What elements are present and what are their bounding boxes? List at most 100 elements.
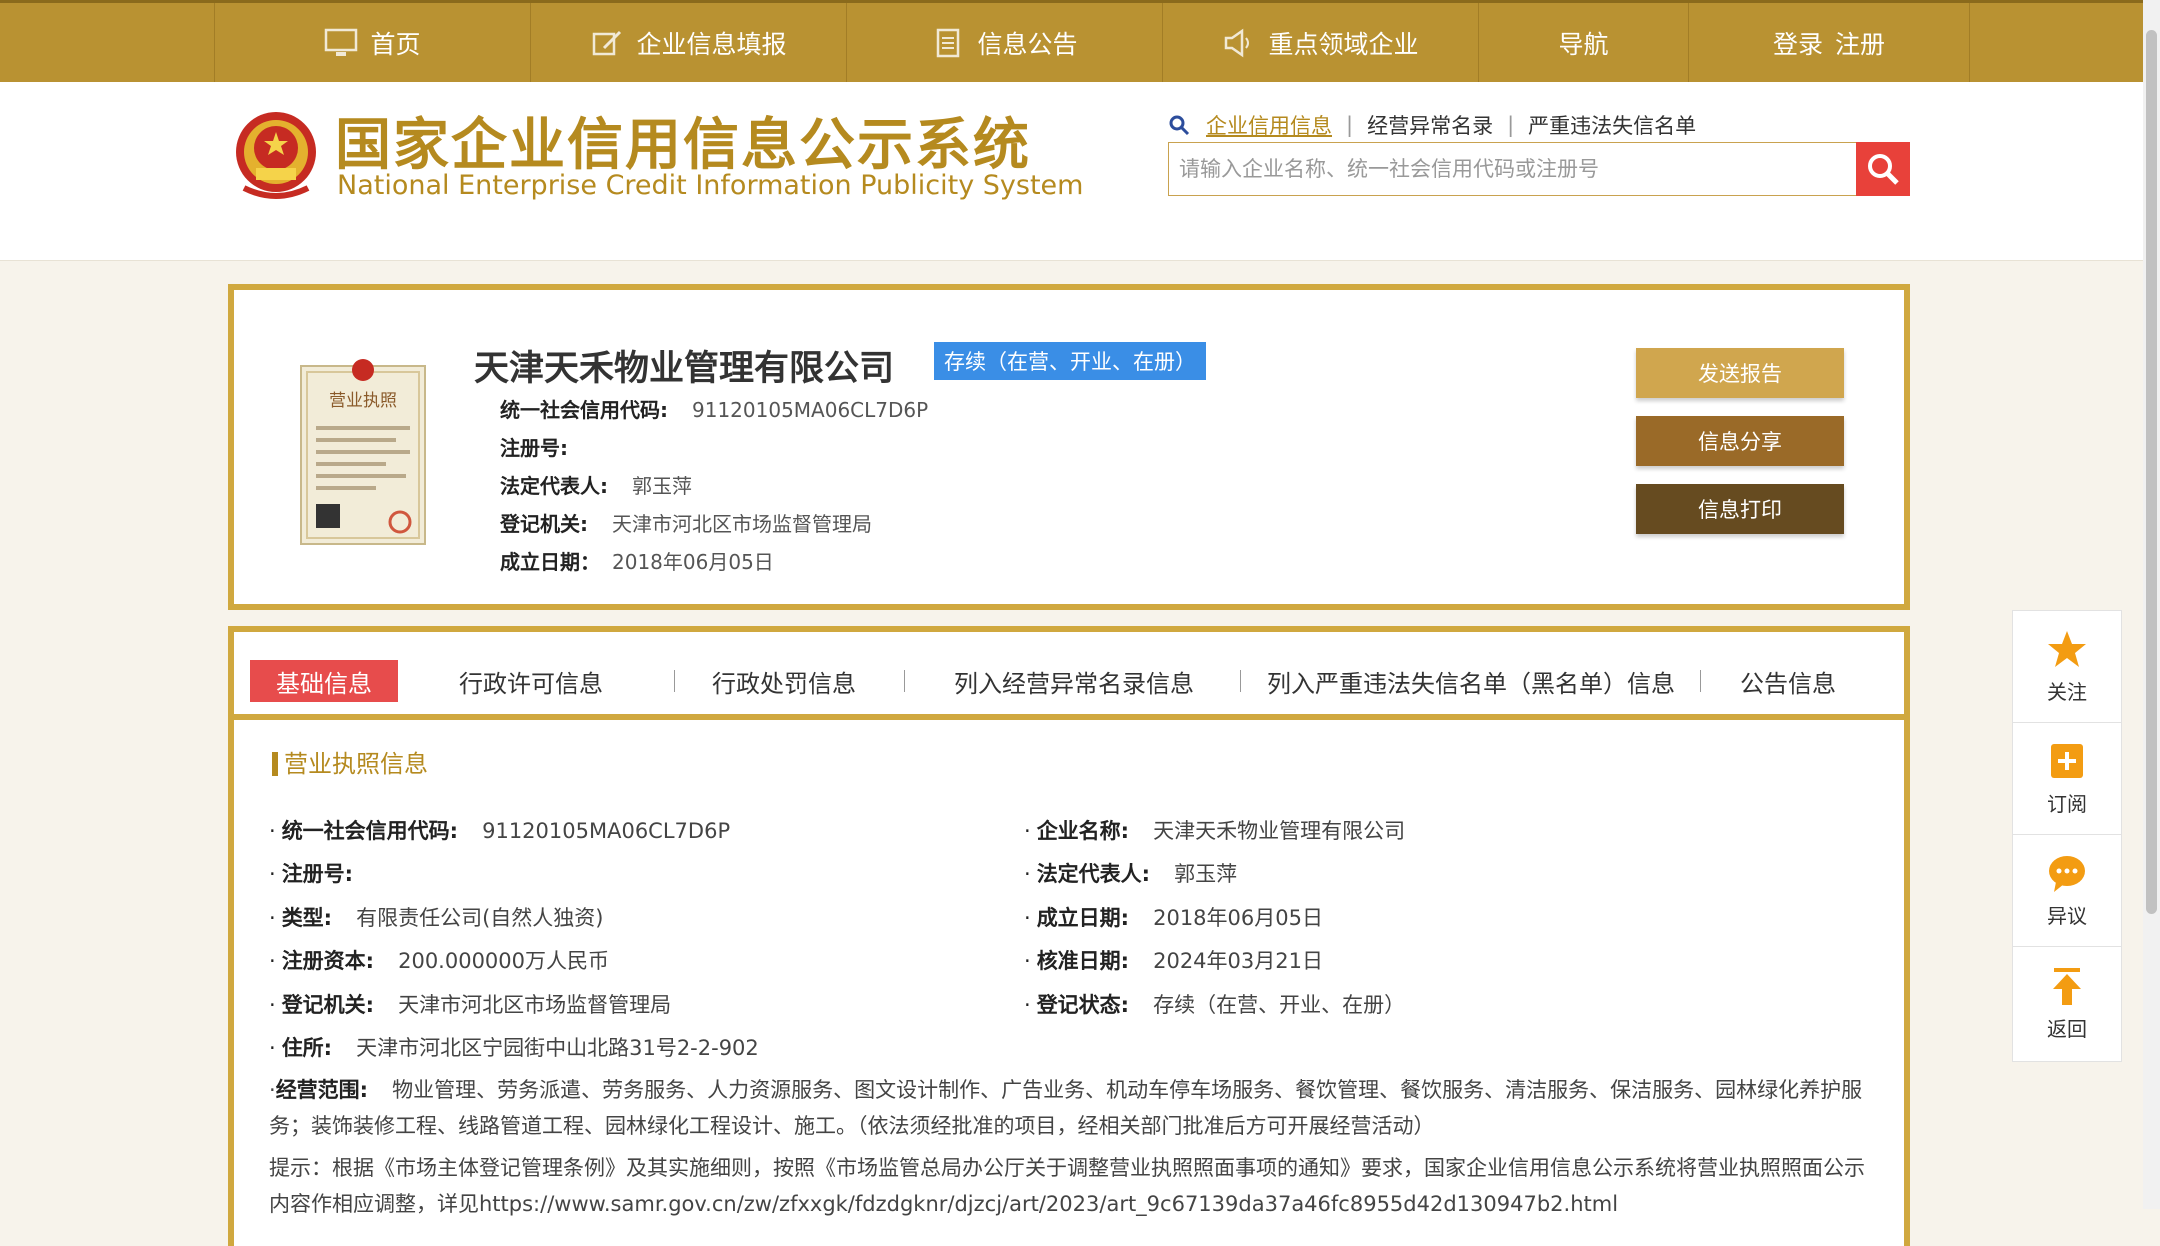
section-title: 营业执照信息 (272, 752, 428, 776)
search-input[interactable] (1169, 143, 1841, 195)
bullet: · (1024, 906, 1031, 930)
bullet: · (269, 949, 276, 973)
float-toolbar: 关注 订阅 异议 返回 (2012, 610, 2122, 1062)
info-est-date: 成立日期： 2018年06月05日 (500, 546, 774, 575)
field-value: 200.000000万人民币 (398, 949, 610, 973)
search-tabs: 企业信用信息 | 经营异常名录 | 严重违法失信名单 (1168, 110, 1710, 140)
field-est-date: · 成立日期: 2018年06月05日 (1024, 902, 1323, 932)
monitor-icon (324, 28, 358, 58)
tab-divider: | (1507, 113, 1515, 137)
nav-key-enterprises[interactable]: 重点领域企业 (1162, 3, 1478, 82)
info-reg-no: 注册号: (500, 432, 592, 461)
chat-icon (2049, 856, 2085, 892)
nav-announcement-label: 信息公告 (977, 29, 1078, 59)
send-report-button[interactable]: 发送报告 (1636, 348, 1844, 398)
share-info-button[interactable]: 信息分享 (1636, 416, 1844, 466)
notice-hint: 提示：根据《市场主体登记管理条例》及其实施细则，按照《市场监管总局办公厅关于调整… (269, 1156, 1865, 1216)
tab-basic-info[interactable]: 基础信息 (250, 660, 398, 702)
info-value: 郭玉萍 (632, 474, 692, 498)
field-label: 登记状态: (1036, 993, 1130, 1017)
field-credit-code: · 统一社会信用代码: 91120105MA06CL7D6P (269, 815, 730, 845)
field-label: 企业名称: (1036, 819, 1130, 843)
field-legal-rep: · 法定代表人: 郭玉萍 (1024, 858, 1237, 888)
bullet: · (269, 1078, 276, 1102)
bullet: · (1024, 819, 1031, 843)
back-label: 返回 (2047, 1016, 2087, 1041)
bullet: · (1024, 993, 1031, 1017)
field-authority: · 登记机关: 天津市河北区市场监督管理局 (269, 989, 671, 1019)
field-reg-status: · 登记状态: 存续（在营、开业、在册） (1024, 989, 1405, 1019)
info-value: 天津市河北区市场监督管理局 (612, 512, 872, 536)
info-label: 成立日期： (500, 550, 600, 574)
speaker-icon (1222, 28, 1256, 58)
business-scope: ·经营范围: 物业管理、劳务派遣、劳务服务、人力资源服务、图文设计制作、广告业务、… (269, 1072, 1879, 1144)
field-label: 注册号: (281, 862, 354, 886)
tab-divider (674, 670, 675, 692)
field-value: 91120105MA06CL7D6P (482, 819, 731, 843)
field-type: · 类型: 有限责任公司(自然人独资) (269, 902, 603, 932)
search-box (1168, 142, 1910, 196)
field-label: 法定代表人: (1036, 862, 1151, 886)
info-value: 2018年06月05日 (612, 550, 774, 574)
subscribe-button[interactable]: 订阅 (2013, 723, 2121, 835)
field-label: 住所: (281, 1036, 333, 1060)
field-label: 类型: (281, 906, 333, 930)
add-icon (2051, 744, 2083, 778)
tab-admin-license[interactable]: 行政许可信息 (446, 660, 616, 702)
search-button[interactable] (1856, 142, 1910, 196)
nav-enterprise-report[interactable]: 企业信息填报 (530, 3, 846, 82)
arrow-up-icon (2053, 967, 2081, 1005)
info-legal-rep: 法定代表人: 郭玉萍 (500, 470, 692, 499)
scrollbar-thumb[interactable] (2146, 30, 2157, 914)
tab-divider: | (1346, 113, 1354, 137)
search-tab-abnormal[interactable]: 经营异常名录 (1353, 110, 1507, 140)
info-value: 91120105MA06CL7D6P (692, 398, 929, 422)
bullet: · (269, 993, 276, 1017)
nav-enterprise-report-label: 企业信息填报 (636, 29, 787, 59)
field-reg-no: · 注册号: (269, 858, 377, 888)
field-label: 统一社会信用代码: (281, 819, 459, 843)
login-link[interactable]: 登录 (1773, 25, 1823, 61)
follow-label: 关注 (2047, 680, 2087, 704)
objection-button[interactable]: 异议 (2013, 835, 2121, 947)
field-value: 有限责任公司(自然人独资) (356, 906, 604, 930)
objection-label: 异议 (2047, 904, 2087, 928)
bullet: · (269, 1036, 276, 1060)
tab-announcements[interactable]: 公告信息 (1720, 660, 1856, 702)
business-license-image[interactable]: 营业执照 (300, 356, 426, 546)
tab-abnormal-list[interactable]: 列入经营异常名录信息 (914, 660, 1234, 702)
search-tab-credit[interactable]: 企业信用信息 (1202, 110, 1346, 140)
register-link[interactable]: 注册 (1835, 25, 1885, 61)
field-value: 郭玉萍 (1174, 862, 1238, 886)
license-title: 营业执照 (329, 391, 397, 411)
field-value: 存续（在营、开业、在册） (1153, 993, 1406, 1017)
nav-key-enterprises-label: 重点领域企业 (1268, 29, 1419, 59)
search-tab-blacklist[interactable]: 严重违法失信名单 (1514, 110, 1710, 140)
nav-announcement[interactable]: 信息公告 (846, 3, 1162, 82)
nav-guide[interactable]: 导航 (1478, 3, 1688, 82)
field-value: 2018年06月05日 (1153, 906, 1323, 930)
tab-admin-penalty[interactable]: 行政处罚信息 (684, 660, 884, 702)
field-value: 物业管理、劳务派遣、劳务服务、人力资源服务、图文设计制作、广告业务、机动车停车场… (269, 1078, 1863, 1138)
search-icon (1169, 115, 1190, 136)
tab-divider (1240, 670, 1241, 692)
nav-guide-label: 导航 (1558, 29, 1609, 59)
subscribe-label: 订阅 (2047, 792, 2087, 816)
tab-blacklist[interactable]: 列入严重违法失信名单（黑名单）信息 (1246, 660, 1696, 702)
field-value: 天津天禾物业管理有限公司 (1153, 819, 1406, 843)
nav-home-label: 首页 (370, 29, 421, 59)
back-to-top-button[interactable]: 返回 (2013, 947, 2121, 1059)
field-capital: · 注册资本: 200.000000万人民币 (269, 945, 609, 975)
field-approval-date: · 核准日期: 2024年03月21日 (1024, 945, 1323, 975)
nav-home[interactable]: 首页 (214, 3, 530, 82)
company-card: 营业执照 天津天禾物业管理有限公司 存续（在营、开业、在册） 统一社会信用代码:… (228, 284, 1910, 610)
tab-divider (904, 670, 905, 692)
field-value: 天津市河北区市场监督管理局 (398, 993, 672, 1017)
print-info-button[interactable]: 信息打印 (1636, 484, 1844, 534)
info-label: 登记机关: (500, 512, 588, 536)
tab-divider (1700, 670, 1701, 692)
follow-button[interactable]: 关注 (2013, 611, 2121, 723)
page-scrollbar[interactable] (2143, 0, 2160, 1209)
field-label: 注册资本: (281, 949, 375, 973)
search-icon (1868, 154, 1899, 185)
